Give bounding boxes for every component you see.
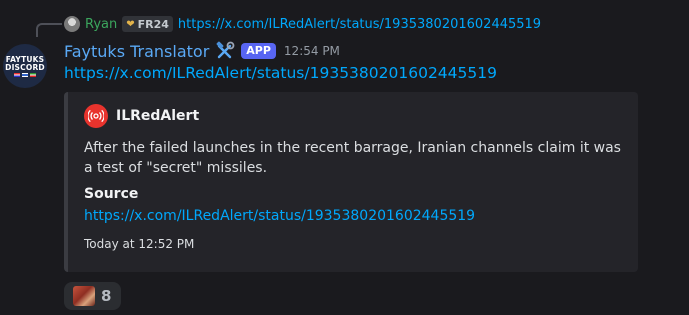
avatar-text-line2: DISCORD — [5, 62, 45, 72]
author-avatar[interactable]: FAYTUKS DISCORD — [3, 44, 47, 88]
flag-icon — [30, 72, 36, 77]
message-link[interactable]: https://x.com/ILRedAlert/status/19353802… — [64, 64, 497, 82]
reaction-count: 8 — [101, 287, 112, 305]
embed-description: After the failed launches in the recent … — [84, 140, 621, 176]
avatar-flags — [14, 72, 36, 77]
message-header: Faytuks Translator APP 12:54 PM — [64, 40, 340, 62]
author-name[interactable]: Faytuks Translator — [64, 42, 209, 61]
reaction-button[interactable]: 8 — [64, 282, 121, 310]
server-tag[interactable]: ❤ FR24 — [122, 16, 173, 32]
hammer-wrench-icon[interactable] — [215, 41, 235, 61]
embed-field-name: Source — [84, 186, 139, 202]
embed-author-name[interactable]: ILRedAlert — [116, 108, 199, 124]
embed-author: ILRedAlert — [84, 104, 199, 128]
reply-preview[interactable]: Ryan ❤ FR24 https://x.com/ILRedAlert/sta… — [64, 14, 541, 34]
heart-icon: ❤ — [126, 18, 135, 30]
reply-avatar-icon[interactable] — [64, 16, 80, 32]
message-timestamp[interactable]: 12:54 PM — [284, 44, 340, 58]
flag-icon — [14, 72, 20, 77]
flag-icon — [22, 72, 28, 77]
embed-source-link[interactable]: https://x.com/ILRedAlert/status/19353802… — [84, 208, 475, 224]
app-badge: APP — [241, 43, 276, 59]
reply-connector — [36, 23, 62, 37]
reply-link[interactable]: https://x.com/ILRedAlert/status/19353802… — [178, 17, 541, 32]
server-tag-label: FR24 — [137, 17, 169, 31]
custom-face-emoji-icon — [73, 286, 95, 306]
red-alert-radar-icon — [84, 104, 108, 128]
reply-username[interactable]: Ryan — [85, 17, 117, 32]
embed-footer-timestamp: Today at 12:52 PM — [84, 237, 195, 251]
link-embed: ILRedAlert After the failed launches in … — [64, 92, 638, 272]
